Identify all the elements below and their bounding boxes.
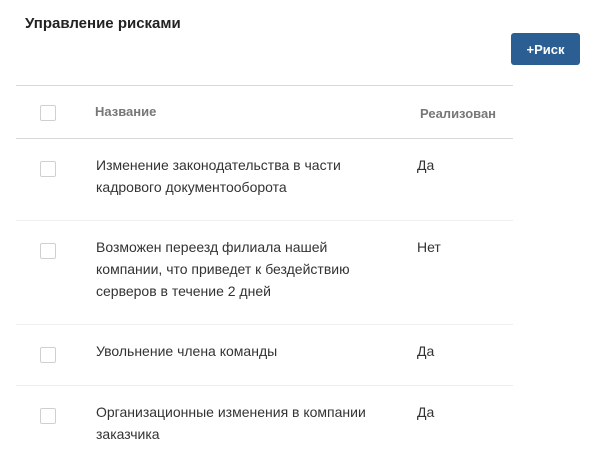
page-title: Управление рисками <box>25 15 181 32</box>
risk-name[interactable]: Изменение законодательства в части кадро… <box>96 154 386 198</box>
column-header-name[interactable]: Название <box>95 104 156 119</box>
risk-implemented: Да <box>417 343 435 359</box>
risk-name[interactable]: Увольнение члена команды <box>96 340 386 362</box>
select-all-checkbox[interactable] <box>40 105 56 121</box>
table-row[interactable]: Изменение законодательства в части кадро… <box>16 139 513 221</box>
row-checkbox[interactable] <box>40 347 56 363</box>
add-risk-button[interactable]: +Риск <box>511 33 580 65</box>
table-header: Название Реализован <box>16 85 513 139</box>
risks-table: Название Реализован Изменение законодате… <box>16 85 513 452</box>
table-row[interactable]: Увольнение члена команды Да <box>16 325 513 386</box>
row-checkbox[interactable] <box>40 408 56 424</box>
row-checkbox[interactable] <box>40 243 56 259</box>
row-checkbox[interactable] <box>40 161 56 177</box>
risk-name[interactable]: Возможен переезд филиала нашей компании,… <box>96 236 386 302</box>
column-header-implemented[interactable]: Реализован <box>420 106 496 121</box>
risk-implemented: Да <box>417 157 435 173</box>
risk-management-panel: Управление рисками +Риск Название Реализ… <box>0 0 593 452</box>
risk-implemented: Нет <box>417 239 441 255</box>
table-row[interactable]: Организационные изменения в компании зак… <box>16 386 513 452</box>
risk-implemented: Да <box>417 404 435 420</box>
risk-name[interactable]: Организационные изменения в компании зак… <box>96 401 386 445</box>
table-row[interactable]: Возможен переезд филиала нашей компании,… <box>16 221 513 325</box>
